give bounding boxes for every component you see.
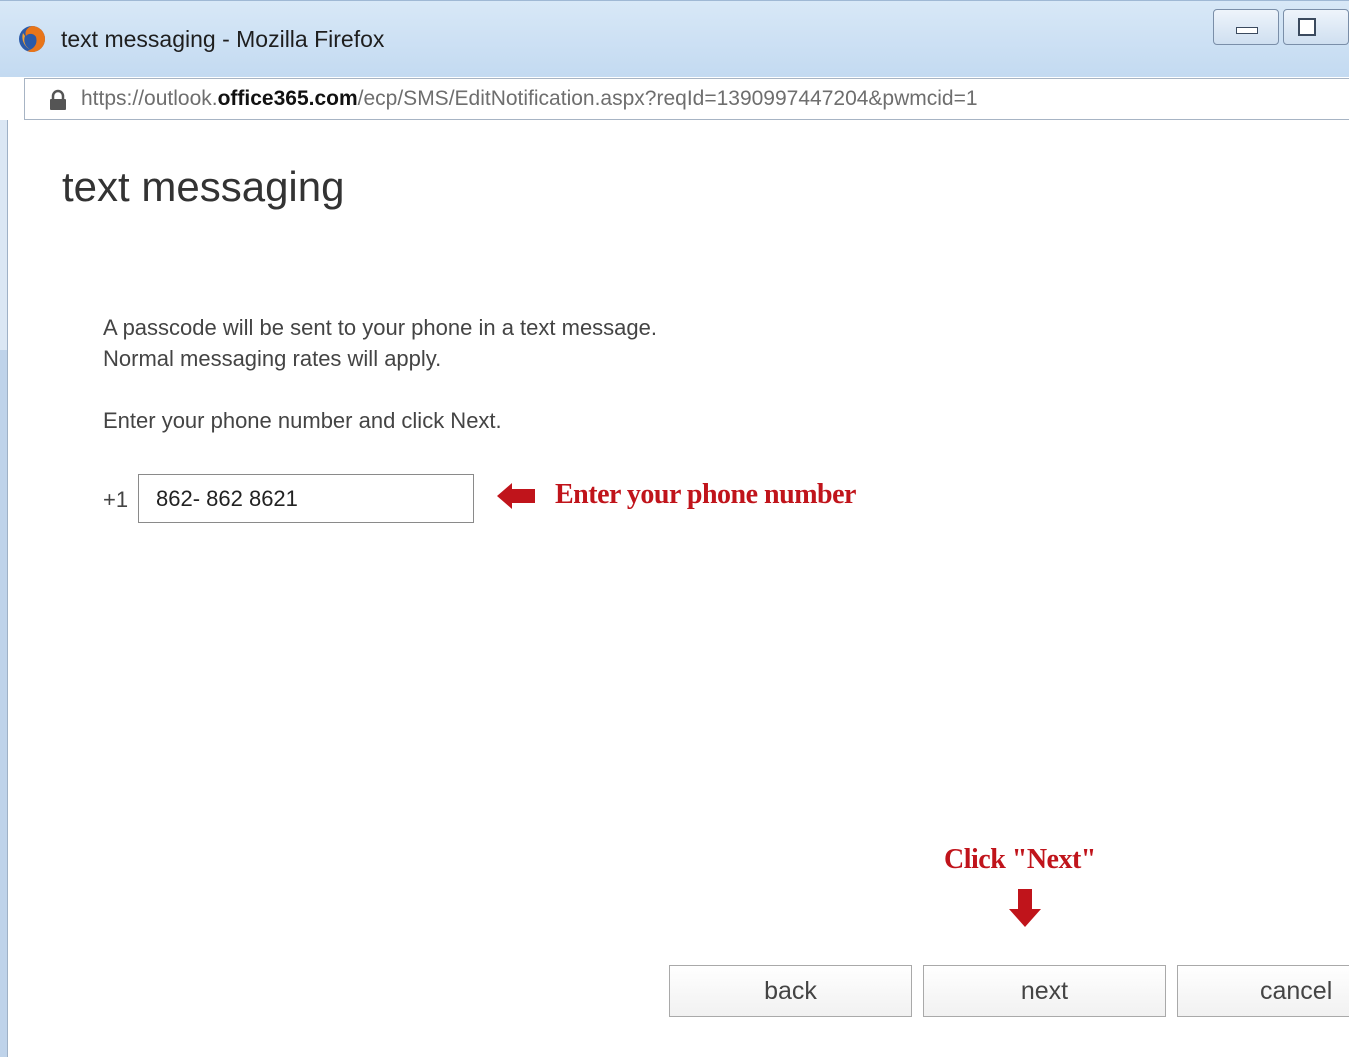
url-path: /ecp/SMS/EditNotification.aspx?reqId=139…	[357, 87, 978, 110]
url-domain: office365.com	[217, 87, 358, 110]
firefox-icon	[19, 26, 45, 52]
minimize-icon	[1236, 27, 1258, 34]
arrow-down-icon	[1009, 889, 1041, 927]
window-left-border-highlight	[0, 120, 7, 350]
instruction-text: Enter your phone number and click Next.	[103, 408, 502, 433]
url-prefix: https://outlook.	[81, 87, 218, 110]
lock-icon	[50, 89, 66, 110]
maximize-button[interactable]	[1283, 9, 1349, 45]
next-button[interactable]: next	[923, 965, 1166, 1017]
back-button[interactable]: back	[669, 965, 912, 1017]
annotation-enter-phone: Enter your phone number	[555, 479, 856, 510]
maximize-icon	[1298, 18, 1316, 36]
cancel-button[interactable]: cancel	[1177, 965, 1349, 1017]
page-title: text messaging	[62, 163, 345, 210]
url-text[interactable]: https://outlook.office365.com/ecp/SMS/Ed…	[81, 85, 978, 113]
country-code-label: +1	[103, 487, 129, 512]
arrow-left-icon	[497, 483, 535, 509]
title-bar: text messaging - Mozilla Firefox	[0, 0, 1349, 77]
address-bar[interactable]: https://outlook.office365.com/ecp/SMS/Ed…	[24, 78, 1349, 120]
passcode-info-text: A passcode will be sent to your phone in…	[103, 315, 657, 340]
rates-info-text: Normal messaging rates will apply.	[103, 346, 442, 371]
minimize-button[interactable]	[1213, 9, 1279, 45]
phone-number-input[interactable]	[138, 474, 474, 523]
window-controls	[1209, 9, 1349, 45]
window-title: text messaging - Mozilla Firefox	[61, 26, 385, 52]
browser-window: text messaging - Mozilla Firefox https:/…	[0, 0, 1349, 1057]
annotation-click-next: Click "Next"	[944, 844, 1096, 875]
